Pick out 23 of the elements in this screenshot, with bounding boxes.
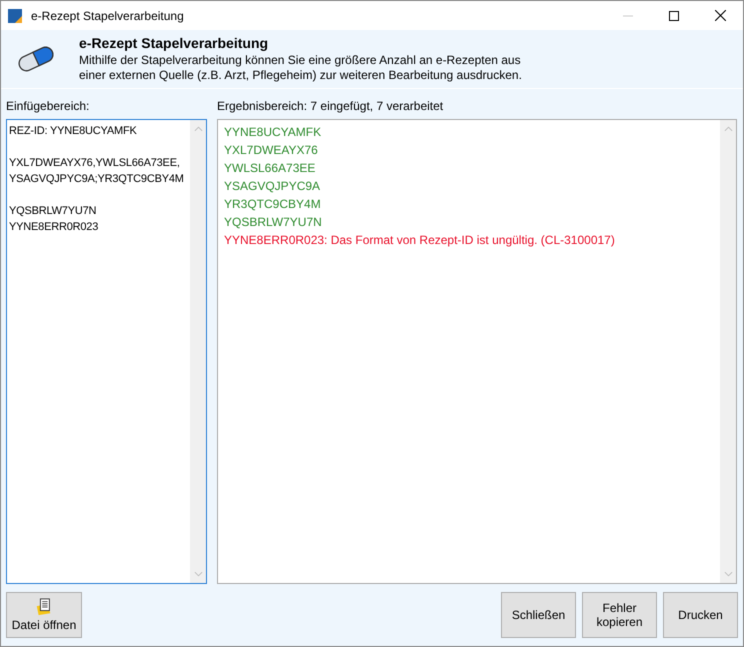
result-label: Ergebnisbereich: 7 eingefügt, 7 verarbeitet [217, 99, 444, 113]
result-line: YWLSL66A73EE [223, 160, 316, 177]
document-icon [35, 598, 53, 616]
action-button[interactable]: Fehler kopieren [582, 592, 657, 638]
scroll-down-icon [724, 571, 732, 577]
header-title: e-Rezept Stapelverarbeitung [79, 35, 270, 51]
scrollbar[interactable] [720, 120, 736, 583]
result-line: YSAGVQJPYC9A [223, 178, 322, 195]
action-button[interactable]: Schließen [501, 592, 576, 638]
open-file-button[interactable]: Datei öffnen [6, 592, 82, 638]
header-description: Mithilfe der Stapelverarbeitung können Sie eine größere Anzahl an e-Rezepten aus einer externen Quelle (z.B. Arzt, Pflegeheim) zur weiteren Bearbeitung ausdrucken. [79, 53, 523, 83]
action-button[interactable]: Drucken [663, 592, 738, 638]
app-icon [7, 8, 23, 24]
result-line: YQSBRLW7YU7N [223, 214, 323, 231]
maximize-icon [669, 10, 679, 20]
input-label: Einfügebereich: [6, 99, 90, 113]
result-line: YXL7DWEAYX76 [223, 142, 319, 159]
result-line: YYNE8ERR0R023: Das Format von Rezept-ID ist ungültig. (CL-3100017) [223, 232, 616, 249]
scroll-up-icon [724, 126, 732, 132]
window-title: e-Rezept Stapelverarbeitung [31, 8, 184, 22]
close-icon [714, 10, 726, 21]
result-line: YR3QTC9CBY4M [223, 196, 322, 213]
result-line: YYNE8UCYAMFK [223, 124, 322, 141]
